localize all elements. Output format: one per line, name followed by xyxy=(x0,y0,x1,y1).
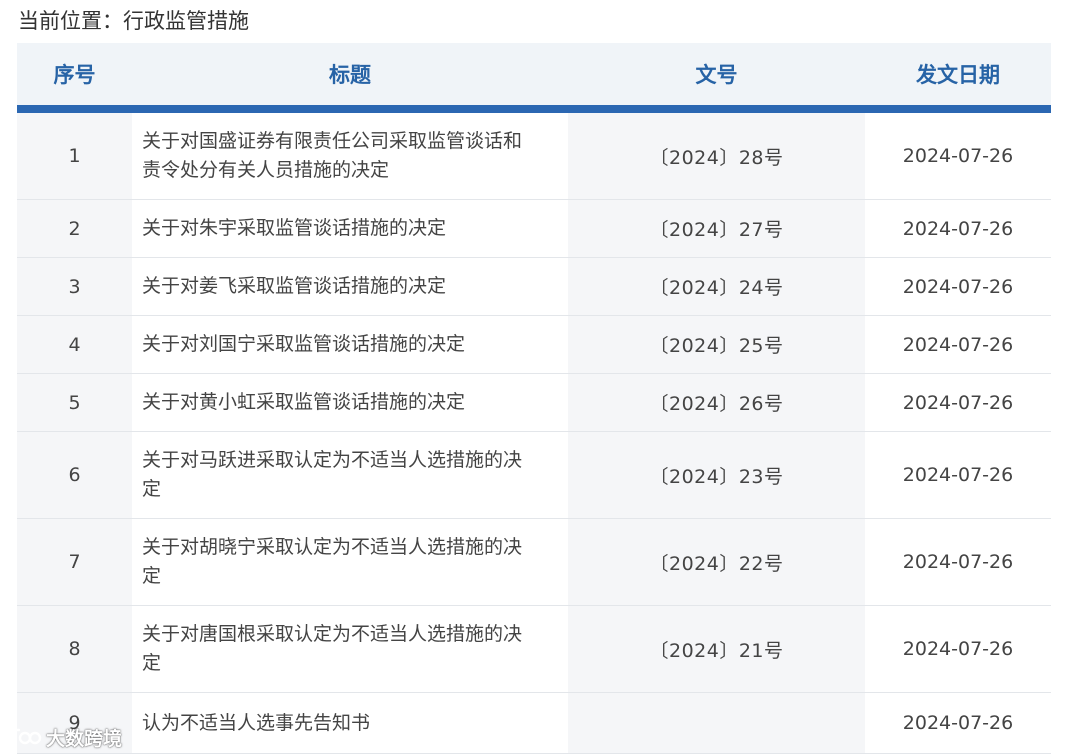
row-title-line: 定 xyxy=(142,565,162,587)
header-index: 序号 xyxy=(17,43,132,113)
row-doc-number: 〔2024〕22号 xyxy=(568,518,865,606)
row-title-line: 关于对唐国根采取认定为不适当人选措施的决 xyxy=(142,623,523,645)
row-title-line: 关于对马跃进采取认定为不适当人选措施的决 xyxy=(142,449,523,471)
row-doc-number: 〔2024〕25号 xyxy=(568,315,865,374)
row-title-line: 责令处分有关人员措施的决定 xyxy=(142,159,390,181)
row-title-link[interactable]: 关于对国盛证券有限责任公司采取监管谈话和 责令处分有关人员措施的决定 xyxy=(132,109,568,200)
row-date: 2024-07-26 xyxy=(865,373,1051,432)
row-title-link[interactable]: 关于对马跃进采取认定为不适当人选措施的决 定 xyxy=(132,431,568,519)
row-index: 1 xyxy=(17,109,132,200)
row-title-line: 关于对朱宇采取监管谈话措施的决定 xyxy=(142,217,447,239)
table-row: 5 关于对黄小虹采取监管谈话措施的决定 〔2024〕26号 2024-07-26 xyxy=(17,373,1051,432)
row-doc-number: 〔2024〕28号 xyxy=(568,109,865,200)
row-title-line: 关于对国盛证券有限责任公司采取监管谈话和 xyxy=(142,130,523,152)
table-row: 7 关于对胡晓宁采取认定为不适当人选措施的决 定 〔2024〕22号 2024-… xyxy=(17,518,1051,606)
row-date: 2024-07-26 xyxy=(865,518,1051,606)
row-date: 2024-07-26 xyxy=(865,431,1051,519)
row-title-link[interactable]: 认为不适当人选事先告知书 xyxy=(132,692,568,754)
row-doc-number: 〔2024〕24号 xyxy=(568,257,865,316)
row-index: 6 xyxy=(17,431,132,519)
row-doc-number: 〔2024〕21号 xyxy=(568,605,865,693)
row-title-link[interactable]: 关于对胡晓宁采取认定为不适当人选措施的决 定 xyxy=(132,518,568,606)
row-doc-number xyxy=(568,692,865,754)
row-date: 2024-07-26 xyxy=(865,692,1051,754)
row-index: 4 xyxy=(17,315,132,374)
row-doc-number: 〔2024〕23号 xyxy=(568,431,865,519)
row-index: 8 xyxy=(17,605,132,693)
notice-table-container: 序号 标题 文号 发文日期 1 关于对国盛证券有限责任公司采取监管谈话和 责令处… xyxy=(17,43,1051,754)
row-title-line: 关于对姜飞采取监管谈话措施的决定 xyxy=(142,275,447,297)
row-date: 2024-07-26 xyxy=(865,257,1051,316)
row-date: 2024-07-26 xyxy=(865,109,1051,200)
table-header: 序号 标题 文号 发文日期 xyxy=(17,43,1051,113)
row-title-line: 定 xyxy=(142,478,162,500)
header-doc-number: 文号 xyxy=(568,43,865,113)
table-row: 4 关于对刘国宁采取监管谈话措施的决定 〔2024〕25号 2024-07-26 xyxy=(17,315,1051,374)
row-index: 5 xyxy=(17,373,132,432)
row-title-line: 关于对胡晓宁采取认定为不适当人选措施的决 xyxy=(142,536,523,558)
header-row: 序号 标题 文号 发文日期 xyxy=(17,43,1051,113)
row-title-link[interactable]: 关于对姜飞采取监管谈话措施的决定 xyxy=(132,257,568,316)
row-title-line: 关于对黄小虹采取监管谈话措施的决定 xyxy=(142,391,466,413)
row-index: 7 xyxy=(17,518,132,606)
header-title: 标题 xyxy=(132,43,568,113)
row-index: 3 xyxy=(17,257,132,316)
table-row: 2 关于对朱宇采取监管谈话措施的决定 〔2024〕27号 2024-07-26 xyxy=(17,199,1051,258)
row-title-link[interactable]: 关于对黄小虹采取监管谈话措施的决定 xyxy=(132,373,568,432)
row-doc-number: 〔2024〕27号 xyxy=(568,199,865,258)
row-title-link[interactable]: 关于对唐国根采取认定为不适当人选措施的决 定 xyxy=(132,605,568,693)
notice-table: 序号 标题 文号 发文日期 1 关于对国盛证券有限责任公司采取监管谈话和 责令处… xyxy=(17,43,1051,754)
row-title-link[interactable]: 关于对朱宇采取监管谈话措施的决定 xyxy=(132,199,568,258)
row-title-line: 认为不适当人选事先告知书 xyxy=(142,711,371,734)
row-date: 2024-07-26 xyxy=(865,199,1051,258)
row-date: 2024-07-26 xyxy=(865,605,1051,693)
table-body: 1 关于对国盛证券有限责任公司采取监管谈话和 责令处分有关人员措施的决定 〔20… xyxy=(17,109,1051,754)
row-index: 2 xyxy=(17,199,132,258)
table-row: 6 关于对马跃进采取认定为不适当人选措施的决 定 〔2024〕23号 2024-… xyxy=(17,431,1051,519)
row-title-line: 定 xyxy=(142,652,162,674)
table-row: 1 关于对国盛证券有限责任公司采取监管谈话和 责令处分有关人员措施的决定 〔20… xyxy=(17,109,1051,200)
header-publish-date: 发文日期 xyxy=(865,43,1051,113)
row-index: 9 xyxy=(17,692,132,754)
row-date: 2024-07-26 xyxy=(865,315,1051,374)
row-doc-number: 〔2024〕26号 xyxy=(568,373,865,432)
table-row: 9 认为不适当人选事先告知书 2024-07-26 xyxy=(17,692,1051,754)
table-row: 3 关于对姜飞采取监管谈话措施的决定 〔2024〕24号 2024-07-26 xyxy=(17,257,1051,316)
table-row: 8 关于对唐国根采取认定为不适当人选措施的决 定 〔2024〕21号 2024-… xyxy=(17,605,1051,693)
breadcrumb: 当前位置：行政监管措施 xyxy=(18,9,249,33)
row-title-line: 关于对刘国宁采取监管谈话措施的决定 xyxy=(142,333,466,355)
row-title-link[interactable]: 关于对刘国宁采取监管谈话措施的决定 xyxy=(132,315,568,374)
